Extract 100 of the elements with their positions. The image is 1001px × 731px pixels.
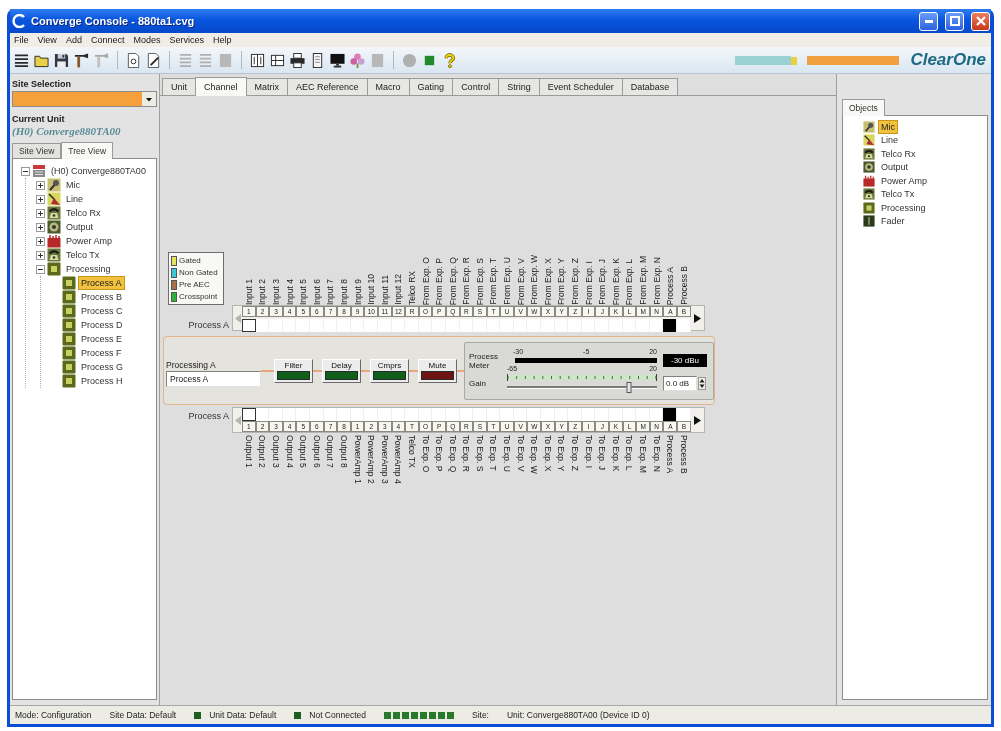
tab[interactable]: Matrix	[245, 78, 289, 95]
gain-field[interactable]: 0.0 dB	[663, 376, 697, 391]
object-item[interactable]: Power Amp	[879, 174, 930, 187]
tree-item[interactable]: Process D	[79, 319, 125, 331]
process-block-button[interactable]: Delay	[322, 358, 361, 383]
document-icon[interactable]	[126, 52, 141, 68]
tree-item[interactable]: Telco Rx	[64, 207, 103, 219]
menu-item[interactable]: Modes	[133, 35, 161, 45]
matrix-cell[interactable]	[473, 408, 487, 421]
tree-item[interactable]: Mic	[64, 179, 82, 191]
matrix-cell[interactable]	[269, 319, 283, 332]
matrix-cell[interactable]	[337, 319, 351, 332]
tab[interactable]: Control	[452, 78, 500, 95]
tab[interactable]: Database	[621, 78, 679, 95]
tree-item[interactable]: Process E	[79, 333, 124, 345]
matrix-cell[interactable]	[500, 408, 514, 421]
help-icon[interactable]	[442, 52, 457, 68]
tree-item[interactable]: Process H	[79, 375, 125, 387]
menu-item[interactable]: Help	[212, 35, 232, 45]
name-field[interactable]: Process A	[166, 371, 261, 387]
matrix-cell[interactable]	[296, 408, 310, 421]
tab[interactable]: Macro	[366, 78, 410, 95]
menu-item[interactable]: Add	[65, 35, 82, 45]
tree-item[interactable]: Processing	[64, 263, 113, 275]
matrix-cell[interactable]	[364, 319, 378, 332]
tree-item[interactable]: Telco Tx	[64, 249, 102, 261]
object-item[interactable]: Line	[879, 134, 900, 147]
tree-item[interactable]: Process G	[79, 361, 125, 373]
tree-item[interactable]: Line	[64, 193, 85, 205]
process-block-button[interactable]: Mute	[418, 358, 457, 383]
matrix-cell[interactable]	[663, 319, 677, 332]
process-block-button[interactable]: Cmprs	[370, 358, 409, 383]
page-icon[interactable]	[310, 52, 325, 68]
tree-item[interactable]: Process A	[79, 277, 124, 289]
matrix-cell[interactable]	[432, 408, 446, 421]
tree-item[interactable]: Process C	[79, 305, 125, 317]
tree-item[interactable]: Process F	[79, 347, 124, 359]
matrix-cell[interactable]	[541, 408, 555, 421]
matrix-cell[interactable]	[296, 319, 310, 332]
plus-icon[interactable]	[36, 236, 45, 246]
matrix-cell[interactable]	[595, 408, 610, 421]
object-item[interactable]: Processing	[879, 201, 928, 214]
scroll-right-icon[interactable]	[694, 313, 701, 323]
scroll-left-icon[interactable]	[234, 415, 241, 425]
plus-icon[interactable]	[36, 250, 45, 260]
matrix-cell[interactable]	[568, 408, 582, 421]
view-tab[interactable]: Site View	[12, 143, 62, 158]
tab[interactable]: Gating	[408, 78, 454, 95]
flower-icon[interactable]	[350, 52, 365, 68]
scroll-left-icon[interactable]	[234, 313, 241, 323]
matrix-cell[interactable]	[500, 319, 514, 332]
matrix-cell[interactable]	[568, 319, 582, 332]
columns-icon[interactable]	[250, 52, 265, 68]
matrix-cell[interactable]	[677, 319, 691, 332]
minus-icon[interactable]	[21, 166, 30, 176]
plus-icon[interactable]	[36, 194, 45, 204]
matrix-cell[interactable]	[595, 319, 610, 332]
maximize-button[interactable]	[945, 11, 964, 31]
view-tab[interactable]: Tree View	[61, 142, 114, 159]
matrix-cell[interactable]	[677, 408, 691, 421]
site-dropdown[interactable]	[12, 91, 157, 107]
matrix-cell[interactable]	[405, 319, 419, 332]
tab[interactable]: Unit	[162, 78, 196, 95]
matrix-cell[interactable]	[527, 408, 542, 421]
matrix-cell[interactable]	[636, 408, 650, 421]
plus-icon[interactable]	[36, 222, 45, 232]
tab[interactable]: Channel	[195, 77, 247, 96]
edit-icon[interactable]	[146, 52, 161, 68]
process-block-button[interactable]: Filter	[274, 358, 313, 383]
tab[interactable]: AEC Reference	[287, 78, 368, 95]
hammer-icon[interactable]	[74, 52, 89, 68]
object-item[interactable]: Output	[879, 161, 911, 174]
matrix-cell[interactable]	[337, 408, 351, 421]
matrix-cell[interactable]	[636, 319, 650, 332]
slider-thumb[interactable]	[626, 381, 631, 393]
monitor-icon[interactable]	[330, 52, 345, 68]
objects-tab[interactable]: Objects	[842, 99, 885, 116]
matrix-cell[interactable]	[242, 319, 256, 332]
matrix-cell[interactable]	[609, 408, 623, 421]
list-icon[interactable]	[14, 52, 29, 68]
minimize-button[interactable]	[919, 11, 938, 31]
matrix-cell[interactable]	[242, 408, 256, 421]
menu-item[interactable]: Connect	[90, 35, 125, 45]
object-item[interactable]: Fader	[879, 215, 907, 228]
table-icon[interactable]	[270, 52, 285, 68]
tree-item[interactable]: Power Amp	[64, 235, 115, 247]
tree-item[interactable]: (H0) Converge880TA00	[49, 165, 148, 177]
plus-icon[interactable]	[36, 180, 45, 190]
matrix-cell[interactable]	[473, 319, 487, 332]
matrix-cell[interactable]	[405, 408, 419, 421]
matrix-cell[interactable]	[527, 319, 542, 332]
matrix-cell[interactable]	[432, 319, 446, 332]
close-button[interactable]	[971, 11, 990, 31]
save-icon[interactable]	[54, 52, 69, 68]
matrix-cell[interactable]	[541, 319, 555, 332]
matrix-cell[interactable]	[269, 408, 283, 421]
menu-item[interactable]: Services	[169, 35, 204, 45]
tab[interactable]: String	[498, 78, 540, 95]
matrix-cell[interactable]	[609, 319, 623, 332]
menu-item[interactable]: View	[37, 35, 57, 45]
